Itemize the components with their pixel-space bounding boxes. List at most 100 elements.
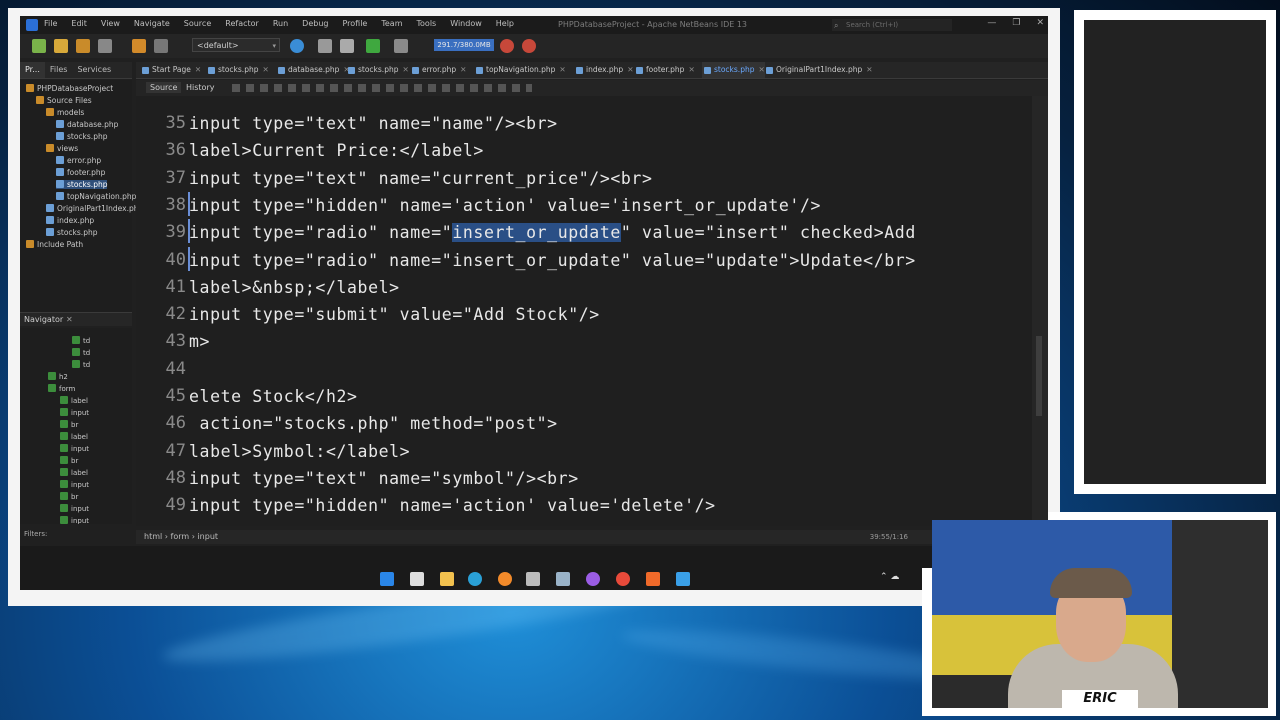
tree-item[interactable]: footer.php: [56, 168, 105, 177]
scrollbar-thumb[interactable]: [1036, 336, 1042, 416]
tree-item[interactable]: error.php: [56, 156, 101, 165]
menu-item[interactable]: Tools: [417, 19, 437, 28]
globe-icon[interactable]: [290, 39, 304, 53]
code-line[interactable]: 49 input type="hidden" name='action' valu…: [136, 492, 1032, 519]
code-line[interactable]: 35 input type="text" name="name"/><br>: [136, 110, 1032, 137]
close-icon[interactable]: ✕: [688, 65, 694, 74]
close-icon[interactable]: ✕: [195, 65, 201, 74]
tree-item[interactable]: models: [46, 108, 84, 117]
navigator-item[interactable]: input: [60, 444, 89, 453]
tree-item[interactable]: views: [46, 144, 78, 153]
code-line[interactable]: 36 label>Current Price:</label>: [136, 137, 1032, 164]
app-icon[interactable]: [646, 572, 660, 586]
code-line[interactable]: 44: [136, 356, 1032, 383]
tree-item[interactable]: Include Path: [26, 240, 83, 249]
navigator-item[interactable]: td: [72, 336, 90, 345]
menu-item[interactable]: Run: [273, 19, 288, 28]
tree-item[interactable]: stocks.php: [46, 228, 97, 237]
code-line[interactable]: 47 label>Symbol:</label>: [136, 438, 1032, 465]
config-select[interactable]: <default> ▾: [192, 38, 280, 52]
app-icon[interactable]: [586, 572, 600, 586]
code-line[interactable]: 39 input type="radio" name="insert_or_upd…: [136, 219, 1032, 246]
menu-item[interactable]: View: [101, 19, 120, 28]
save-all-icon[interactable]: [98, 39, 112, 53]
breadcrumb[interactable]: html › form › input: [144, 530, 218, 544]
tree-item[interactable]: stocks.php: [56, 180, 108, 189]
redo-icon[interactable]: [154, 39, 168, 53]
editor-tab[interactable]: Start Page ✕: [140, 62, 201, 78]
open-project-icon[interactable]: [76, 39, 90, 53]
new-project-icon[interactable]: [32, 39, 46, 53]
code-line[interactable]: 40 input type="radio" name="insert_or_upd…: [136, 246, 1032, 274]
left-tab[interactable]: Files: [45, 62, 73, 78]
left-tab[interactable]: Pr...: [20, 62, 45, 78]
navigator-item[interactable]: br: [60, 456, 78, 465]
minimize-icon[interactable]: —: [987, 18, 996, 28]
navigator-item[interactable]: input: [60, 480, 89, 489]
navigator-item[interactable]: input: [60, 516, 89, 524]
menu-item[interactable]: Team: [381, 19, 402, 28]
tree-item[interactable]: Source Files: [36, 96, 92, 105]
navigator-item[interactable]: input: [60, 504, 89, 513]
navigator-item[interactable]: td: [72, 360, 90, 369]
editor-tab[interactable]: stocks.php ✕: [346, 62, 409, 78]
maximize-icon[interactable]: ❐: [1012, 18, 1020, 28]
close-icon[interactable]: ✕: [1036, 18, 1044, 28]
tree-item[interactable]: stocks.php: [56, 132, 107, 141]
editor-tab[interactable]: database.php ✕: [276, 62, 350, 78]
close-icon[interactable]: ✕: [559, 65, 565, 74]
edge-icon[interactable]: [468, 572, 482, 586]
editor-scrollbar[interactable]: [1032, 96, 1048, 526]
editor-tab[interactable]: OriginalPart1Index.php ✕: [764, 62, 873, 78]
navigator-item[interactable]: label: [60, 396, 88, 405]
tree-item[interactable]: PHPDatabaseProject: [26, 84, 113, 93]
editor-tab[interactable]: error.php ✕: [410, 62, 466, 78]
code-editor[interactable]: 35 input type="text" name="name"/><br> 36 l…: [136, 96, 1032, 526]
run-icon[interactable]: [366, 39, 380, 53]
firefox-icon[interactable]: [498, 572, 512, 586]
menu-item[interactable]: Debug: [302, 19, 328, 28]
tree-item[interactable]: index.php: [46, 216, 94, 225]
menu-item[interactable]: Navigate: [134, 19, 170, 28]
editor-tab[interactable]: footer.php ✕: [634, 62, 695, 78]
system-tray[interactable]: ⌃ ☁: [880, 572, 899, 582]
close-icon[interactable]: ✕: [402, 65, 408, 74]
clean-build-icon[interactable]: [340, 39, 354, 53]
close-icon[interactable]: ✕: [460, 65, 466, 74]
new-file-icon[interactable]: [54, 39, 68, 53]
menu-item[interactable]: Refactor: [225, 19, 259, 28]
code-line[interactable]: 38 input type="hidden" name='action' valu…: [136, 191, 1032, 219]
debug-icon[interactable]: [394, 39, 408, 53]
navigator-item[interactable]: br: [60, 420, 78, 429]
menu-item[interactable]: File: [44, 19, 57, 28]
netbeans-task-icon[interactable]: [556, 572, 570, 586]
search-input[interactable]: ⌕ Search (Ctrl+I): [832, 19, 952, 31]
navigator-item[interactable]: br: [60, 492, 78, 501]
gc-icon[interactable]: [500, 39, 514, 53]
navigator-item[interactable]: input: [60, 408, 89, 417]
profiler-icon[interactable]: [522, 39, 536, 53]
close-icon[interactable]: ✕: [627, 65, 633, 74]
tab-source[interactable]: Source: [146, 82, 182, 93]
menu-item[interactable]: Edit: [71, 19, 87, 28]
navigator-item[interactable]: label: [60, 468, 88, 477]
tree-item[interactable]: topNavigation.php: [56, 192, 136, 201]
left-tab[interactable]: Services: [72, 62, 116, 78]
code-line[interactable]: 45 elete Stock</h2>: [136, 383, 1032, 410]
code-line[interactable]: 46 action="stocks.php" method="post">: [136, 410, 1032, 437]
close-icon[interactable]: ✕: [66, 313, 73, 327]
navigator-item[interactable]: label: [60, 432, 88, 441]
code-line[interactable]: 41 label>&nbsp;</label>: [136, 274, 1032, 301]
build-hammer-icon[interactable]: [318, 39, 332, 53]
menu-item[interactable]: Profile: [342, 19, 367, 28]
file-explorer-icon[interactable]: [440, 572, 454, 586]
menu-item[interactable]: Help: [496, 19, 514, 28]
close-icon[interactable]: ✕: [866, 65, 872, 74]
tab-history[interactable]: History: [182, 82, 218, 93]
task-view-icon[interactable]: [410, 572, 424, 586]
editor-tab[interactable]: index.php ✕: [574, 62, 633, 78]
notepad-icon[interactable]: [676, 572, 690, 586]
editor-tab[interactable]: topNavigation.php ✕: [474, 62, 566, 78]
code-line[interactable]: 43 m>: [136, 328, 1032, 355]
close-icon[interactable]: ✕: [262, 65, 268, 74]
